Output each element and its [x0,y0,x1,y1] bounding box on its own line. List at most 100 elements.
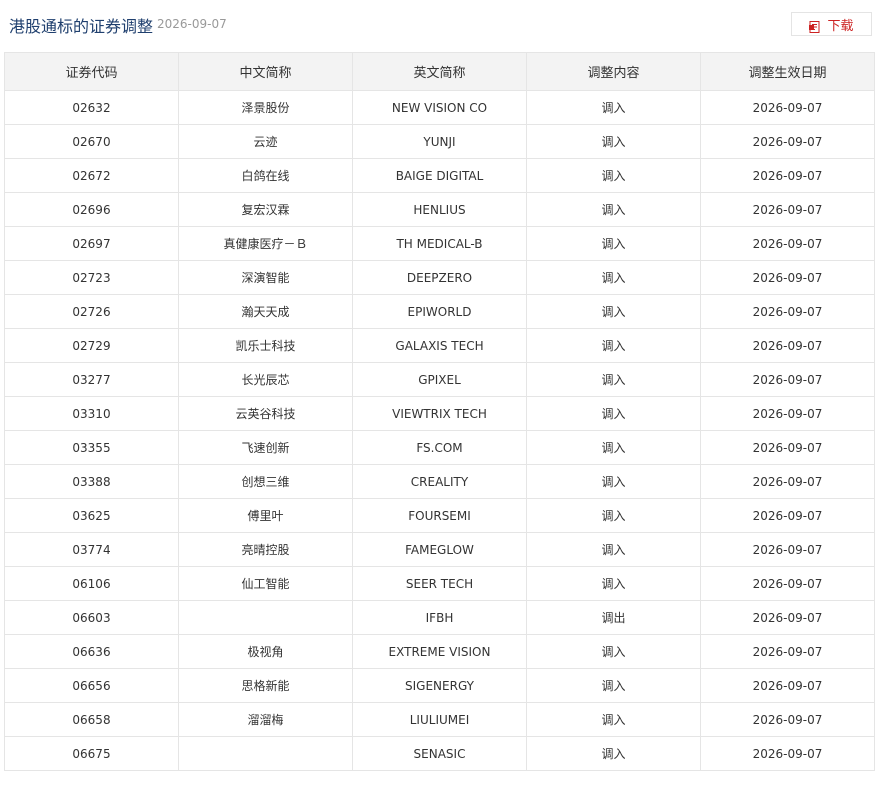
cell-effective-date: 2026-09-07 [700,158,875,193]
cell-code: 03388 [4,464,179,499]
cell-adjustment: 调入 [526,702,701,737]
cell-effective-date: 2026-09-07 [700,702,875,737]
table-row: 06106 仙工智能 SEER TECH 调入 2026-09-07 [4,566,875,601]
table-row: 06675 SENASIC 调入 2026-09-07 [4,736,875,771]
cell-effective-date: 2026-09-07 [700,260,875,295]
cell-code: 02723 [4,260,179,295]
cell-effective-date: 2026-09-07 [700,362,875,397]
cell-effective-date: 2026-09-07 [700,498,875,533]
cell-effective-date: 2026-09-07 [700,464,875,499]
cell-code: 03310 [4,396,179,431]
page-date: 2026-09-07 [157,17,227,31]
cell-code: 06603 [4,600,179,635]
cell-effective-date: 2026-09-07 [700,124,875,159]
cell-code: 02670 [4,124,179,159]
cell-cn-name: 飞速创新 [178,430,353,465]
cell-effective-date: 2026-09-07 [700,430,875,465]
download-label: 下载 [827,18,854,34]
table-header: 证券代码 中文简称 英文简称 调整内容 调整生效日期 [4,52,875,91]
cell-adjustment: 调入 [526,532,701,567]
cell-en-name: TH MEDICAL-B [352,226,527,261]
cell-effective-date: 2026-09-07 [700,328,875,363]
cell-effective-date: 2026-09-07 [700,736,875,771]
cell-cn-name: 真健康医疗－Ｂ [178,226,353,261]
cell-adjustment: 调入 [526,668,701,703]
cell-code: 02672 [4,158,179,193]
cell-adjustment: 调入 [526,396,701,431]
cell-en-name: CREALITY [352,464,527,499]
cell-cn-name: 复宏汉霖 [178,192,353,227]
cell-code: 06656 [4,668,179,703]
table-row: 03310 云英谷科技 VIEWTRIX TECH 调入 2026-09-07 [4,396,875,431]
cell-code: 06106 [4,566,179,601]
cell-en-name: HENLIUS [352,192,527,227]
table-row: 02723 深演智能 DEEPZERO 调入 2026-09-07 [4,260,875,295]
cell-cn-name: 白鸽在线 [178,158,353,193]
cell-en-name: GALAXIS TECH [352,328,527,363]
cell-code: 03625 [4,498,179,533]
cell-cn-name: 凯乐士科技 [178,328,353,363]
cell-effective-date: 2026-09-07 [700,634,875,669]
cell-en-name: SEER TECH [352,566,527,601]
cell-cn-name: 傅里叶 [178,498,353,533]
cell-code: 02697 [4,226,179,261]
table-row: 02729 凯乐士科技 GALAXIS TECH 调入 2026-09-07 [4,328,875,363]
table-row: 06656 思格新能 SIGENERGY 调入 2026-09-07 [4,668,875,703]
securities-table: 证券代码 中文简称 英文简称 调整内容 调整生效日期 02632 泽景股份 NEW … [4,52,875,771]
column-header-cn-name: 中文简称 [178,52,353,91]
cell-en-name: NEW VISION CO [352,90,527,125]
cell-en-name: VIEWTRIX TECH [352,396,527,431]
cell-adjustment: 调入 [526,192,701,227]
cell-effective-date: 2026-09-07 [700,566,875,601]
cell-en-name: YUNJI [352,124,527,159]
cell-code: 06658 [4,702,179,737]
cell-en-name: IFBH [352,600,527,635]
cell-code: 03355 [4,430,179,465]
cell-en-name: SIGENERGY [352,668,527,703]
cell-cn-name [178,736,353,771]
cell-en-name: GPIXEL [352,362,527,397]
cell-effective-date: 2026-09-07 [700,192,875,227]
cell-code: 02729 [4,328,179,363]
cell-adjustment: 调入 [526,328,701,363]
table-row: 06658 溜溜梅 LIULIUMEI 调入 2026-09-07 [4,702,875,737]
header-row: 证券代码 中文简称 英文简称 调整内容 调整生效日期 [4,52,875,91]
cell-code: 06636 [4,634,179,669]
cell-cn-name: 云迹 [178,124,353,159]
column-header-effective-date: 调整生效日期 [700,52,875,91]
cell-effective-date: 2026-09-07 [700,396,875,431]
table-row: 02670 云迹 YUNJI 调入 2026-09-07 [4,124,875,159]
cell-cn-name: 云英谷科技 [178,396,353,431]
cell-effective-date: 2026-09-07 [700,668,875,703]
cell-cn-name: 思格新能 [178,668,353,703]
table-row: 02697 真健康医疗－Ｂ TH MEDICAL-B 调入 2026-09-07 [4,226,875,261]
column-header-code: 证券代码 [4,52,179,91]
cell-effective-date: 2026-09-07 [700,532,875,567]
cell-adjustment: 调入 [526,736,701,771]
table-row: 03625 傅里叶 FOURSEMI 调入 2026-09-07 [4,498,875,533]
cell-adjustment: 调入 [526,124,701,159]
cell-en-name: DEEPZERO [352,260,527,295]
table-row: 03774 亮晴控股 FAMEGLOW 调入 2026-09-07 [4,532,875,567]
download-file-icon [809,18,821,33]
cell-adjustment: 调入 [526,464,701,499]
cell-adjustment: 调出 [526,600,701,635]
cell-code: 02696 [4,192,179,227]
page-title: 港股通标的证券调整 [9,17,154,36]
cell-adjustment: 调入 [526,634,701,669]
cell-cn-name: 瀚天天成 [178,294,353,329]
cell-cn-name: 长光辰芯 [178,362,353,397]
cell-adjustment: 调入 [526,498,701,533]
cell-cn-name: 仙工智能 [178,566,353,601]
cell-adjustment: 调入 [526,158,701,193]
cell-code: 02726 [4,294,179,329]
cell-cn-name: 泽景股份 [178,90,353,125]
table-row: 06603 IFBH 调出 2026-09-07 [4,600,875,635]
cell-adjustment: 调入 [526,566,701,601]
download-button[interactable]: 下载 [791,12,872,36]
cell-effective-date: 2026-09-07 [700,600,875,635]
cell-cn-name: 极视角 [178,634,353,669]
column-header-en-name: 英文简称 [352,52,527,91]
column-header-adjustment: 调整内容 [526,52,701,91]
table-row: 02696 复宏汉霖 HENLIUS 调入 2026-09-07 [4,192,875,227]
